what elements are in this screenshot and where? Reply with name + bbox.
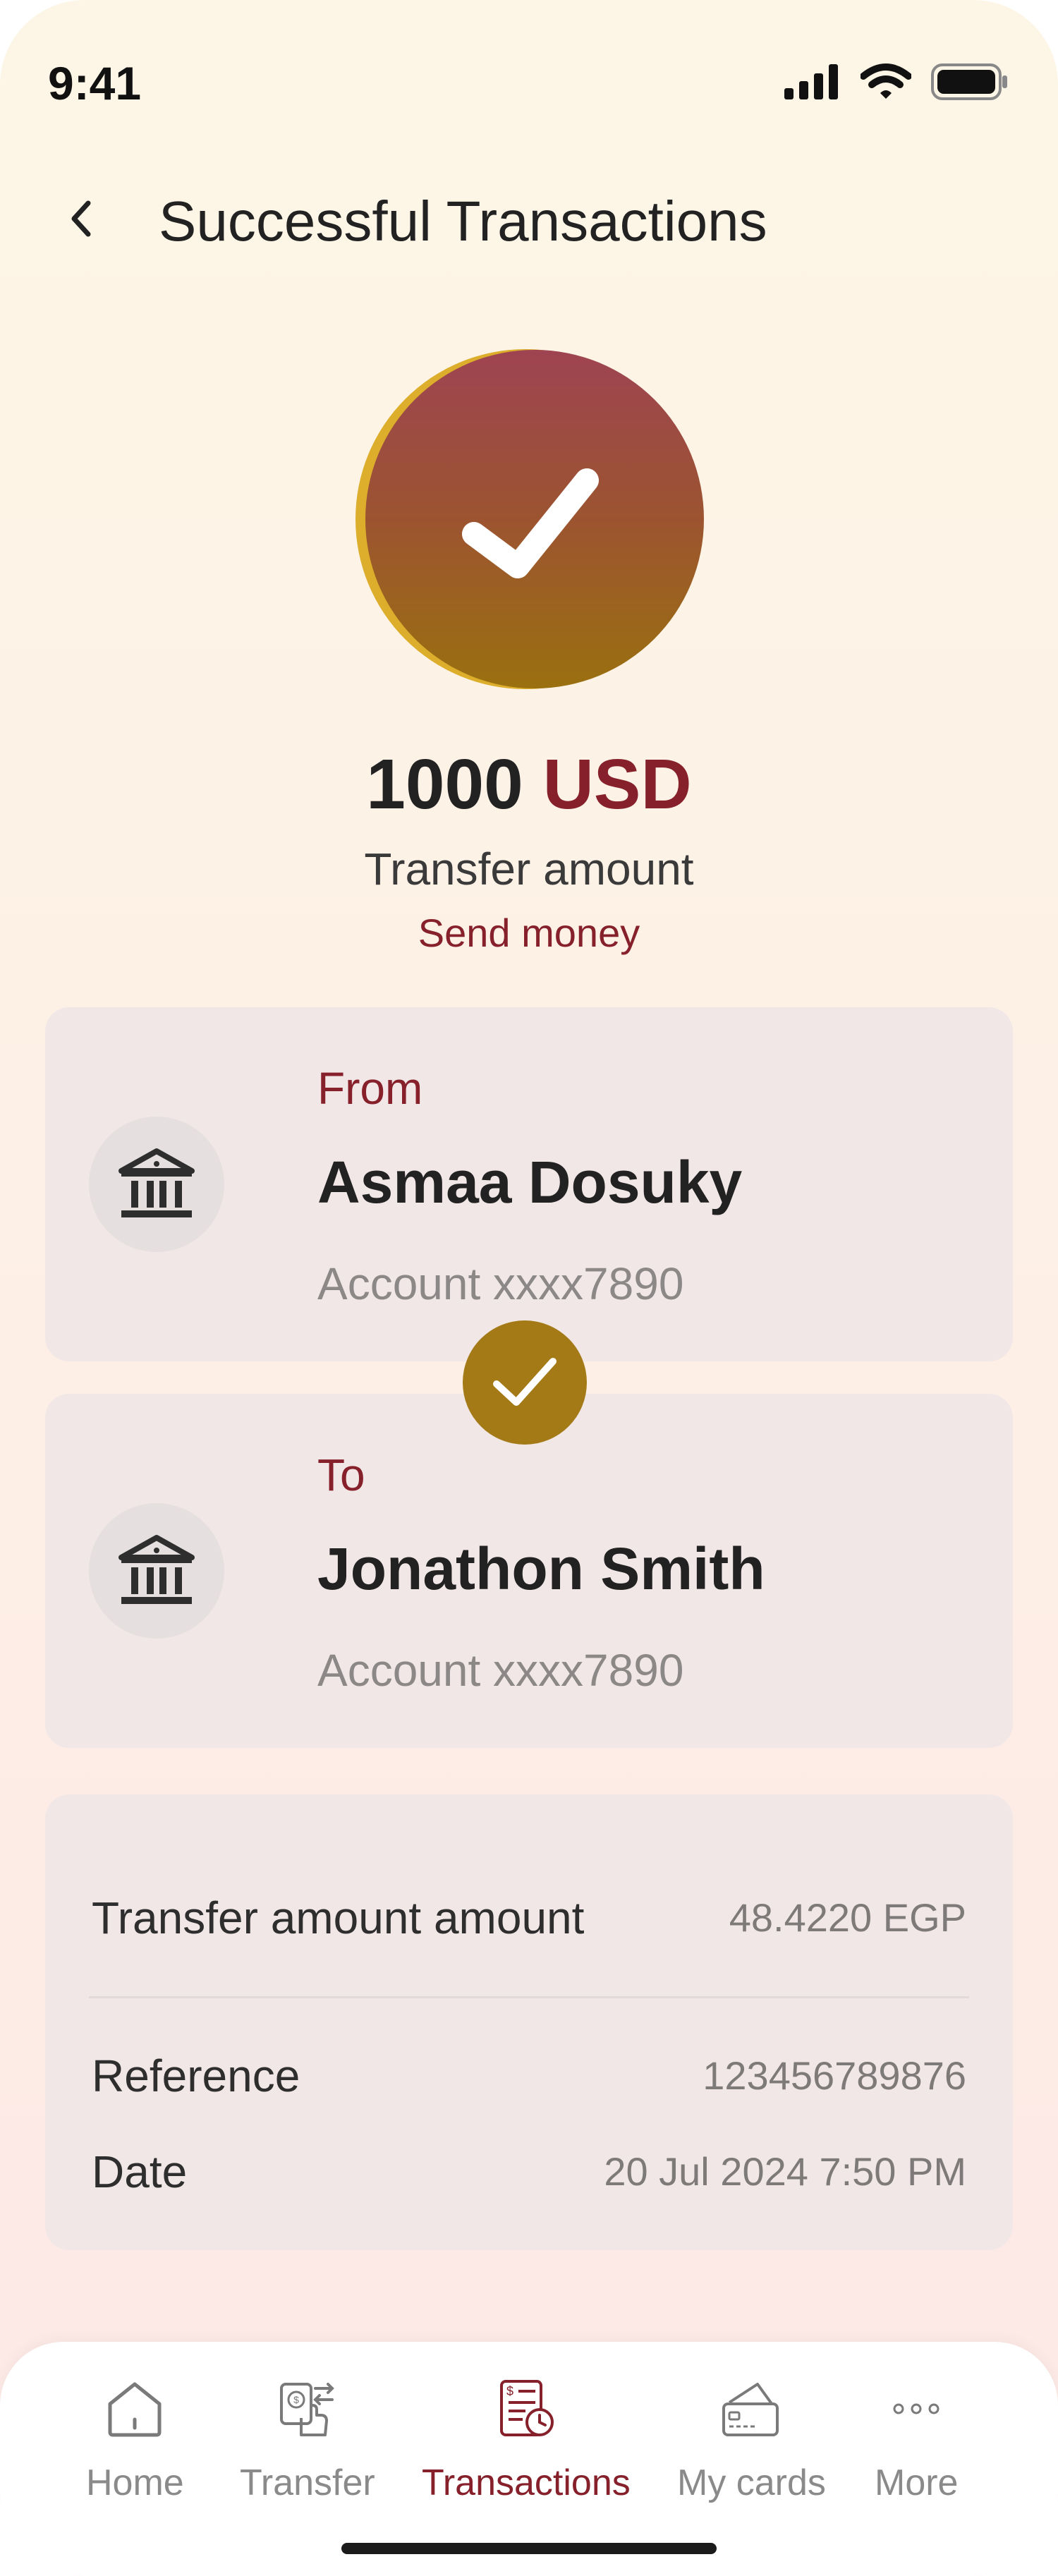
transactions-icon: $ xyxy=(487,2370,565,2448)
svg-text:$: $ xyxy=(506,2384,513,2398)
transaction-details: Transfer amount amount 48.4220 EGP Refer… xyxy=(45,1794,1013,2250)
to-account: Account xxxx7890 xyxy=(317,1645,684,1696)
bank-icon xyxy=(118,1535,195,1604)
screen: 9:41 Successful Transactions 1000 USD Tr… xyxy=(0,0,1058,2576)
detail-row-reference: Reference 123456789876 xyxy=(92,2050,966,2106)
tab-label: My cards xyxy=(677,2462,826,2503)
detail-row-amount: Transfer amount amount 48.4220 EGP xyxy=(92,1892,966,1948)
tab-transactions[interactable]: $ Transactions xyxy=(422,2370,631,2504)
tab-label: Transactions xyxy=(422,2462,631,2503)
chevron-left-icon xyxy=(71,200,91,237)
battery-icon xyxy=(931,63,1007,100)
send-money-link[interactable]: Send money xyxy=(0,910,1058,956)
transfer-check-badge xyxy=(463,1320,587,1445)
detail-label: Date xyxy=(92,2146,188,2197)
home-indicator xyxy=(341,2543,717,2554)
detail-value: 123456789876 xyxy=(703,2053,966,2098)
tab-my-cards[interactable]: My cards xyxy=(677,2370,826,2504)
from-name: Asmaa Dosuky xyxy=(317,1149,743,1215)
tab-more[interactable]: More xyxy=(875,2370,958,2504)
wifi-icon xyxy=(861,63,911,99)
bottom-tab-bar: Home $ Transfer $ Transactions My cards … xyxy=(0,2342,1058,2576)
from-card: From Asmaa Dosuky Account xxxx7890 xyxy=(45,1007,1013,1361)
transfer-icon: $ xyxy=(269,2370,346,2448)
bank-avatar xyxy=(89,1503,224,1639)
more-icon xyxy=(877,2370,955,2448)
tab-label: Transfer xyxy=(240,2462,375,2503)
amount-currency: USD xyxy=(542,745,692,824)
back-button[interactable] xyxy=(56,190,106,247)
tab-transfer[interactable]: $ Transfer xyxy=(240,2370,375,2504)
bank-avatar xyxy=(89,1117,224,1252)
status-time: 9:41 xyxy=(48,57,142,109)
to-name: Jonathon Smith xyxy=(317,1536,765,1602)
transfer-amount: 1000 USD xyxy=(0,744,1058,825)
detail-label: Transfer amount amount xyxy=(92,1892,585,1943)
detail-value: 20 Jul 2024 7:50 PM xyxy=(604,2149,966,2194)
to-label: To xyxy=(317,1450,365,1500)
detail-value: 48.4220 EGP xyxy=(729,1895,966,1940)
amount-label: Transfer amount xyxy=(364,844,694,894)
tab-home[interactable]: Home xyxy=(86,2370,184,2504)
success-check-icon xyxy=(355,349,704,689)
svg-text:$: $ xyxy=(293,2394,299,2405)
detail-label: Reference xyxy=(92,2051,300,2101)
page-title: Successful Transactions xyxy=(159,190,767,253)
tab-label: More xyxy=(875,2462,959,2503)
to-card: To Jonathon Smith Account xxxx7890 xyxy=(45,1394,1013,1748)
tab-label: Home xyxy=(86,2462,184,2503)
signal-icon xyxy=(784,64,838,99)
detail-row-date: Date 20 Jul 2024 7:50 PM xyxy=(92,2146,966,2202)
divider xyxy=(89,1996,969,1998)
header: Successful Transactions xyxy=(0,169,1058,268)
from-label: From xyxy=(317,1063,423,1114)
from-account: Account xxxx7890 xyxy=(317,1258,684,1309)
card-icon xyxy=(712,2370,790,2448)
home-icon xyxy=(96,2370,174,2448)
status-bar: 9:41 xyxy=(0,0,1058,155)
amount-value: 1000 xyxy=(366,745,523,824)
bank-icon xyxy=(118,1148,195,1217)
check-icon xyxy=(493,1358,557,1406)
status-icons xyxy=(784,63,1009,100)
